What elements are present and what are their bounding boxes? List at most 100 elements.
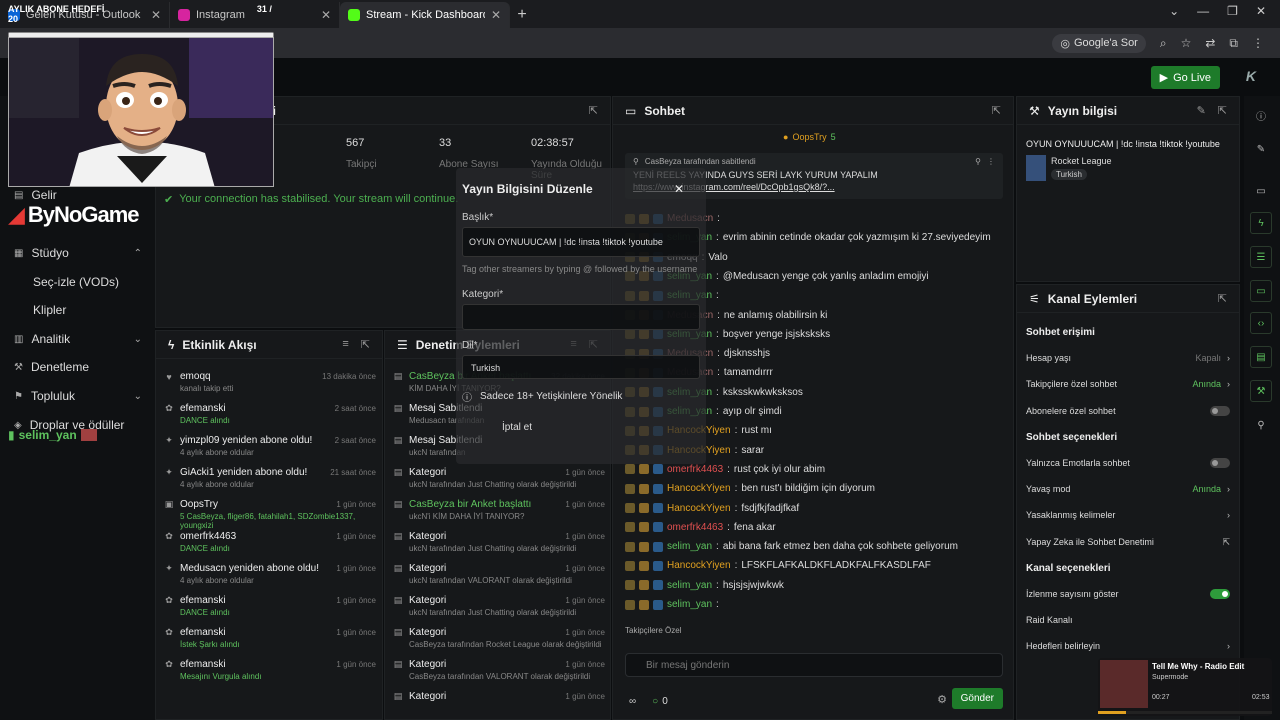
activity-item[interactable]: ✿ efemanski 1 gün önce DANCE alındı <box>164 595 376 617</box>
cancel-button[interactable]: İptal et <box>462 422 700 433</box>
edit-pencil-icon[interactable]: ✎ <box>1197 104 1206 117</box>
toggle-switch[interactable] <box>1210 589 1230 599</box>
channel-action-row[interactable]: Yalnızca Emotlarla sohbet <box>1026 458 1230 468</box>
new-tab-icon[interactable]: + <box>510 2 534 28</box>
activity-item[interactable]: ✦ GiAcki1 yeniden abone oldu! 21 saat önce… <box>164 467 376 489</box>
moderation-item[interactable]: ▤ CasBeyza bir Anket başlattı 1 gün önce uk… <box>393 499 605 521</box>
restore-icon[interactable]: ❐ <box>1227 4 1238 18</box>
language-select[interactable]: Turkish <box>462 355 700 379</box>
category-input[interactable] <box>462 304 700 330</box>
moderation-item[interactable]: ▤ Kategori 1 gün önce CasBeyza tarafından R… <box>393 627 605 649</box>
toggle-switch[interactable] <box>1210 405 1230 416</box>
sidebar-item[interactable]: ▤ Gelir <box>14 188 142 202</box>
tab-close-icon[interactable]: ✕ <box>321 8 331 22</box>
moderation-item[interactable]: ▤ Kategori 1 gün önce ukcN tarafından Just … <box>393 531 605 553</box>
chat-username[interactable]: HancockYiyen <box>667 560 731 571</box>
stack-icon[interactable]: ▤ <box>1250 346 1272 368</box>
external-link-icon[interactable]: ⇱ <box>1222 537 1230 548</box>
popout-icon[interactable]: ⇱ <box>1218 292 1227 305</box>
adult-content-row[interactable]: ⓘ Sadece 18+ Yetişkinlere Yönelik <box>462 389 700 404</box>
chevron-up-icon[interactable]: ⌄ <box>134 334 142 345</box>
channel-action-row[interactable]: Takipçilere özel sohbet Anında › <box>1026 379 1230 389</box>
activity-item[interactable]: ♥ emoqq 13 dakika önce kanalı takip etti <box>164 371 376 393</box>
popout-icon[interactable]: ⇱ <box>589 104 598 117</box>
translate-icon[interactable]: ⇄ <box>1205 36 1215 50</box>
close-icon[interactable]: ✕ <box>674 182 684 196</box>
unpin-icon[interactable]: ⚲ <box>975 157 981 166</box>
share-icon[interactable]: ⚲ <box>1250 414 1272 436</box>
channel-action-row[interactable]: İzlenme sayısını göster <box>1026 589 1230 599</box>
list-icon[interactable]: ☰ <box>1250 246 1272 268</box>
send-button[interactable]: Gönder <box>951 688 1003 709</box>
title-input[interactable]: OYUN OYNUUUCAM | !dc !insta !tiktok !you… <box>462 227 700 257</box>
go-live-button[interactable]: ▶ Go Live <box>1150 66 1220 89</box>
channel-action-row[interactable]: Yasaklanmış kelimeler › <box>1026 510 1230 520</box>
minimize-icon[interactable]: — <box>1197 4 1209 18</box>
chat-username[interactable]: omerfrk4463 <box>667 522 723 533</box>
extensions-icon[interactable]: ⧉ <box>1229 36 1238 51</box>
popout-icon[interactable]: ⇱ <box>992 104 1001 117</box>
chat-username[interactable]: selim_yan <box>667 599 712 610</box>
sidebar-item[interactable]: ▦ Stüdyo ⌃ <box>14 246 142 260</box>
sidebar-item[interactable]: ▥ Analitik ⌄ <box>14 332 142 346</box>
moderation-item[interactable]: ▤ Kategori 1 gün önce ukcN tarafından Just … <box>393 467 605 489</box>
chat-message[interactable]: selim_yan: abi bana fark etmez ben daha ç… <box>625 541 958 552</box>
tab-close-icon[interactable]: ✕ <box>491 8 501 22</box>
pinned-menu-icon[interactable]: ⋮ <box>987 157 995 166</box>
browser-tab[interactable]: Stream - Kick Dashboard ✕ <box>340 2 510 28</box>
channel-action-row[interactable]: Yavaş mod Anında › <box>1026 484 1230 494</box>
moderation-item[interactable]: ▤ Kategori 1 gün önce CasBeyza tarafından V… <box>393 659 605 681</box>
moderation-item[interactable]: ▤ Kategori 1 gün önce ukcN tarafından VALOR… <box>393 563 605 585</box>
activity-item[interactable]: ✿ efemanski 1 gün önce İstek Şarkı alındı <box>164 627 376 649</box>
popout-icon[interactable]: ⇱ <box>361 338 370 351</box>
activity-item[interactable]: ✿ omerfrk4463 1 gün önce DANCE alındı <box>164 531 376 553</box>
chat-icon[interactable]: ▭ <box>1250 280 1272 302</box>
sidebar-item[interactable]: Klipler <box>33 303 161 317</box>
chat-username[interactable]: omerfrk4463 <box>667 464 723 475</box>
layout-icon[interactable]: ▭ <box>1250 180 1272 202</box>
chat-username[interactable]: HancockYiyen <box>667 503 731 514</box>
chat-settings-gear-icon[interactable]: ⚙ <box>937 693 947 706</box>
menu-kebab-icon[interactable]: ⋮ <box>1252 36 1264 50</box>
pencil-icon[interactable]: ✎ <box>1250 138 1272 160</box>
channel-action-row[interactable]: Raid Kanalı <box>1026 615 1230 625</box>
chevron-up-icon[interactable]: ⌃ <box>134 248 142 259</box>
chat-message[interactable]: HancockYiyen: ben rust'ı bildiğim için di… <box>625 483 875 494</box>
chat-message[interactable]: selim_yan: hsjsjsjwjwkwk <box>625 580 784 591</box>
close-window-icon[interactable]: ✕ <box>1256 4 1266 18</box>
sidebar-item[interactable]: ⚑ Topluluk ⌄ <box>14 389 142 403</box>
kick-logo-icon[interactable]: K <box>1246 68 1256 84</box>
chat-message[interactable]: omerfrk4463: fena akar <box>625 522 776 533</box>
bolt-icon[interactable]: ϟ <box>1250 212 1272 234</box>
channel-action-row[interactable]: Abonelere özel sohbet <box>1026 405 1230 416</box>
info-icon[interactable]: ⓘ <box>1250 104 1272 126</box>
chat-username[interactable]: selim_yan <box>667 580 712 591</box>
bookmark-star-icon[interactable]: ☆ <box>1181 36 1192 50</box>
activity-item[interactable]: ▣ OopsTry 1 gün önce 5 CasBeyza, fliger86, … <box>164 499 376 530</box>
code-icon[interactable]: ‹› <box>1250 312 1272 334</box>
toggle-switch[interactable] <box>1210 458 1230 468</box>
tool-icon[interactable]: ⚒ <box>1250 380 1272 402</box>
chevron-down-icon[interactable]: ⌄ <box>1169 4 1179 18</box>
channel-action-row[interactable]: Hesap yaşı Kapalı › <box>1026 353 1230 363</box>
popout-icon[interactable]: ⇱ <box>1218 104 1227 117</box>
chat-message[interactable]: HancockYiyen: LFSKFLAFKALDKFLADKFALFKASDL… <box>625 560 931 571</box>
activity-item[interactable]: ✿ efemanski 1 gün önce Mesajını Vurgula alı… <box>164 659 376 681</box>
chat-message[interactable]: omerfrk4463: rust çok iyi olur abim <box>625 464 825 475</box>
zoom-icon[interactable]: ⌕ <box>1160 36 1167 51</box>
infinity-icon[interactable]: ∞ <box>629 696 636 707</box>
chat-username[interactable]: selim_yan <box>667 541 712 552</box>
channel-action-row[interactable]: Yapay Zeka ile Sohbet Denetimi ⇱ <box>1026 537 1230 548</box>
chat-username[interactable]: HancockYiyen <box>667 483 731 494</box>
moderation-item[interactable]: ▤ Kategori 1 gün önce <box>393 691 605 704</box>
moderation-item[interactable]: ▤ Kategori 1 gün önce ukcN tarafından Just … <box>393 595 605 617</box>
ask-google-button[interactable]: ◎ Google'a Sor <box>1052 33 1146 53</box>
chat-message[interactable]: selim_yan: <box>625 599 723 610</box>
chat-message[interactable]: HancockYiyen: fsdjfkjfadjfkaf <box>625 503 799 514</box>
activity-item[interactable]: ✦ yimzpl09 yeniden abone oldu! 2 saat önce… <box>164 435 376 457</box>
activity-item[interactable]: ✿ efemanski 2 saat önce DANCE alındı <box>164 403 376 425</box>
channel-action-row[interactable]: Hedefleri belirleyin › <box>1026 641 1230 651</box>
sidebar-item[interactable]: Seç-izle (VODs) <box>33 275 161 289</box>
chat-message-input[interactable]: Bir mesaj gönderin <box>625 653 1003 677</box>
chevron-up-icon[interactable]: ⌄ <box>134 391 142 402</box>
